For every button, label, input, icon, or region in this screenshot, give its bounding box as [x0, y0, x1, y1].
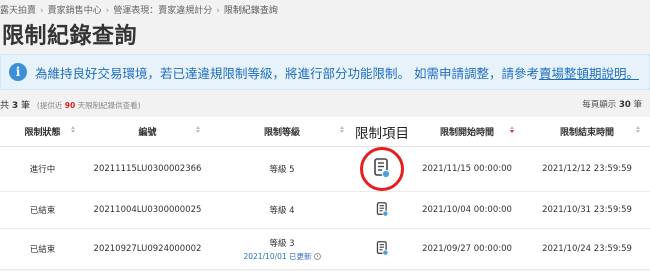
level-text: 等級 4: [269, 206, 295, 216]
cell-id: 20210927LU0924000002: [93, 244, 202, 254]
cell-status: 進行中: [29, 165, 56, 175]
cell-id: 20211004LU0300000025: [93, 205, 202, 215]
cell-end-time: 2021/12/12 23:59:59: [542, 164, 632, 174]
result-count: 3: [11, 101, 19, 111]
cell-end-time: 2021/10/31 23:59:59: [542, 205, 632, 215]
cell-level: 等級 3 2021/10/01 已更新: [210, 229, 354, 269]
cell-end-time: 2021/10/24 23:59:59: [542, 244, 632, 254]
note-days: 90: [64, 101, 76, 110]
table-row: 已結束 20211004LU0300000025 等級 4 2021/10/04…: [0, 192, 650, 229]
cell-start-time: 2021/11/15 00:00:00: [422, 164, 512, 174]
cell-level: 等級 4: [210, 192, 354, 228]
update-text: 2021/10/01 已更新: [243, 251, 312, 261]
breadcrumb-current: 限制紀錄查詢: [223, 6, 278, 16]
sort-icon[interactable]: [196, 126, 200, 133]
cell-status: 已結束: [29, 245, 56, 255]
column-label: 限制項目: [355, 125, 409, 142]
restriction-table: 限制狀態 編號 限制等級 限制項目 限制開始時間 限制結束時間 進行中 2021…: [0, 117, 650, 270]
cell-start-time: 2021/09/27 00:00:00: [422, 244, 512, 254]
summary-note: (提供近 90 天限制紀錄供查看): [37, 101, 141, 110]
column-header-id[interactable]: 編號: [85, 117, 210, 146]
breadcrumb-separator: ›: [216, 6, 220, 16]
sort-icon[interactable]: [510, 126, 514, 133]
info-icon: i: [9, 63, 27, 81]
column-label: 限制等級: [263, 128, 300, 138]
restriction-item-button[interactable]: [376, 241, 389, 257]
cell-start-time: 2021/10/04 00:00:00: [422, 205, 512, 215]
breadcrumb-home[interactable]: 露天拍賣: [0, 6, 36, 16]
info-notice: i 為維持良好交易環境，若已達違規限制等級，將進行部分功能限制。 如需申請調整，…: [0, 54, 650, 90]
sort-icon[interactable]: [636, 126, 640, 133]
cell-status: 已結束: [29, 206, 56, 216]
note-before: (提供近: [36, 101, 63, 110]
note-after: 天限制紀錄供查看): [77, 101, 141, 110]
restriction-item-button[interactable]: [360, 147, 404, 191]
clock-icon: [313, 252, 321, 260]
table-header: 限制狀態 編號 限制等級 限制項目 限制開始時間 限制結束時間: [0, 117, 650, 147]
column-label: 限制開始時間: [439, 128, 494, 138]
document-icon[interactable]: [376, 202, 389, 218]
highlight-circle: [360, 147, 404, 191]
cell-items: [354, 229, 410, 269]
table-row: 進行中 20211115LU0300002366 等級 5 2021/11/15…: [0, 147, 650, 192]
breadcrumb-separator: ›: [40, 6, 44, 16]
column-header-start-time[interactable]: 限制開始時間: [410, 117, 524, 146]
cell-items: [354, 192, 410, 228]
per-page-value: 30: [618, 100, 631, 110]
summary-prefix: 共: [0, 101, 10, 111]
table-row: 已結束 20210927LU0924000002 等級 3 2021/10/01…: [0, 229, 650, 270]
level-text: 等級 5: [269, 165, 295, 175]
summary-suffix: 筆: [21, 101, 31, 111]
column-label: 限制結束時間: [559, 128, 614, 138]
column-header-level[interactable]: 限制等級: [210, 117, 354, 146]
cell-level: 等級 5: [210, 147, 354, 191]
column-label: 編號: [138, 128, 157, 138]
update-link[interactable]: 2021/10/01 已更新: [243, 251, 321, 262]
cell-id: 20211115LU0300002366: [93, 164, 202, 174]
column-header-items: 限制項目: [354, 117, 410, 146]
per-page-info: 每頁顯示 30 筆: [582, 98, 642, 110]
restriction-item-button[interactable]: [376, 202, 389, 218]
sort-icon[interactable]: [71, 126, 75, 133]
breadcrumb: 露天拍賣 › 賣家銷售中心 › 營運表現：賣家違規計分 › 限制紀錄查詢: [0, 3, 278, 16]
breadcrumb-seller-center[interactable]: 賣家銷售中心: [48, 6, 102, 16]
page-title: 限制紀錄查詢: [2, 24, 138, 49]
level-text: 等級 3: [269, 238, 295, 249]
column-label: 限制狀態: [24, 128, 61, 138]
breadcrumb-performance[interactable]: 營運表現：賣家違規計分: [113, 6, 212, 16]
cell-items: [354, 147, 410, 191]
breadcrumb-separator: ›: [105, 6, 110, 16]
per-page-suffix: 筆: [633, 100, 642, 110]
per-page-prefix: 每頁顯示: [582, 100, 617, 110]
column-header-end-time[interactable]: 限制結束時間: [524, 117, 650, 146]
sort-icon[interactable]: [340, 126, 344, 133]
document-icon[interactable]: [376, 241, 389, 257]
notice-link[interactable]: 賣場整頓期說明。: [539, 63, 639, 82]
notice-text: 為維持良好交易環境，若已達違規限制等級，將進行部分功能限制。 如需申請調整，請參…: [35, 65, 539, 81]
result-summary: 共 3 筆 (提供近 90 天限制紀錄供查看) 每頁顯示 30 筆: [0, 98, 650, 111]
column-header-status[interactable]: 限制狀態: [0, 117, 85, 146]
